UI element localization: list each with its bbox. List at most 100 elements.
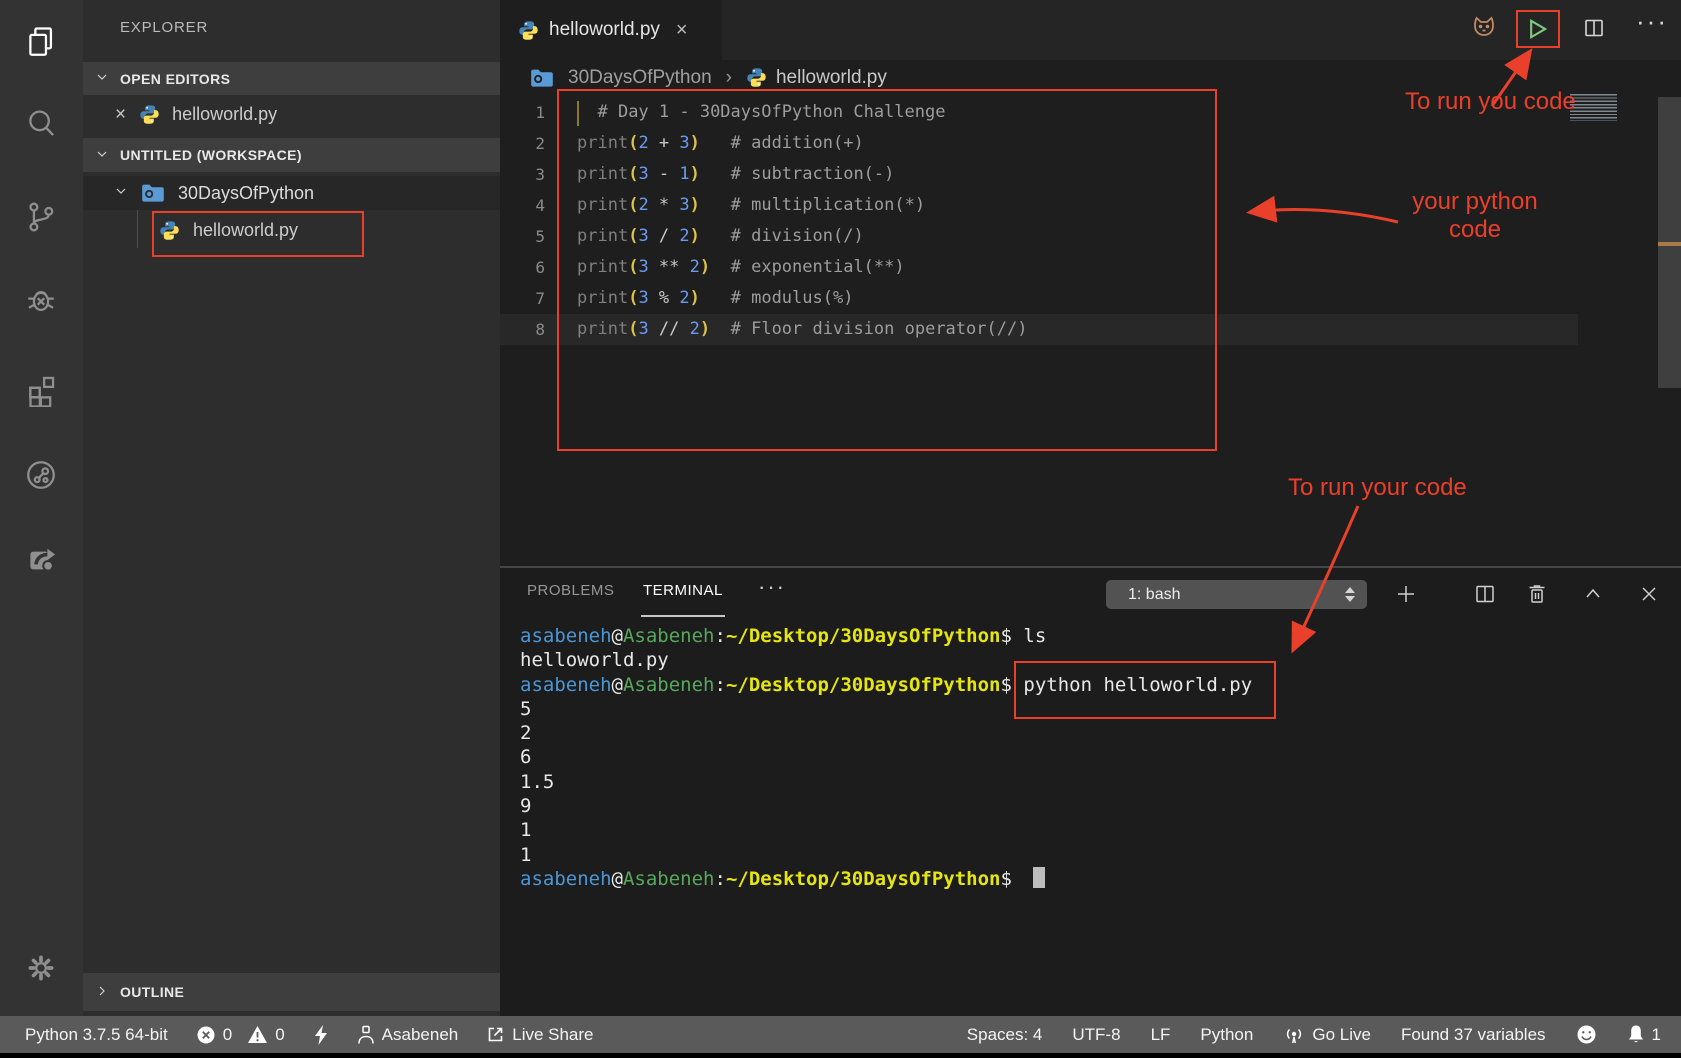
terminal-line[interactable]: 1 [520, 843, 1252, 867]
outline-header[interactable]: OUTLINE [83, 973, 500, 1011]
tab-problems[interactable]: PROBLEMS [527, 582, 614, 599]
terminal-line[interactable]: helloworld.py [520, 648, 1252, 672]
line-number: 2 [500, 128, 545, 159]
terminal-line[interactable]: asabeneh@Asabeneh:~/Desktop/30DaysOfPyth… [520, 867, 1252, 891]
line-number: 7 [500, 283, 545, 314]
terminal-select[interactable]: 1: bash [1106, 580, 1367, 609]
vscode-window: EXPLORER OPEN EDITORS × helloworld.py UN… [0, 0, 1681, 1058]
activity-bar [0, 0, 83, 1016]
person-icon [357, 1025, 375, 1045]
status-eol[interactable]: LF [1151, 1025, 1171, 1045]
line-number: 8 [500, 314, 545, 345]
terminal-line[interactable]: 9 [520, 794, 1252, 818]
status-python-version[interactable]: Python 3.7.5 64-bit [25, 1025, 168, 1045]
new-terminal-icon[interactable] [1394, 582, 1418, 606]
status-user[interactable]: Asabeneh [357, 1025, 459, 1045]
settings-gear-icon[interactable] [24, 951, 58, 985]
status-problems[interactable]: 0 0 [196, 1025, 285, 1045]
workspace-header[interactable]: UNTITLED (WORKSPACE) [83, 138, 500, 172]
status-notifications[interactable]: 1 [1627, 1024, 1661, 1045]
minimap[interactable] [1570, 94, 1617, 121]
breadcrumb-folder[interactable]: 30DaysOfPython [568, 67, 712, 89]
bell-icon [1627, 1024, 1645, 1045]
kill-terminal-icon[interactable] [1525, 582, 1549, 606]
active-tab-underline [641, 615, 725, 617]
code-line[interactable]: 6print(3 ** 2) # exponential(**) [500, 252, 1578, 283]
tab-terminal[interactable]: TERMINAL [643, 582, 723, 599]
file-label: helloworld.py [193, 220, 298, 241]
share-icon[interactable] [24, 541, 58, 575]
close-editor-icon[interactable]: × [115, 104, 126, 126]
run-button[interactable] [1523, 15, 1553, 43]
breadcrumb-file[interactable]: helloworld.py [776, 67, 887, 89]
open-editors-label: OPEN EDITORS [120, 71, 230, 87]
terminal-output[interactable]: asabeneh@Asabeneh:~/Desktop/30DaysOfPyth… [520, 624, 1252, 891]
code-line[interactable]: 8print(3 // 2) # Floor division operator… [500, 314, 1578, 345]
tree-file-helloworld[interactable]: helloworld.py [83, 214, 500, 247]
code-line[interactable]: 3print(3 - 1) # subtraction(-) [500, 159, 1578, 190]
line-number: 5 [500, 221, 545, 252]
line-number: 3 [500, 159, 545, 190]
terminal-line[interactable]: asabeneh@Asabeneh:~/Desktop/30DaysOfPyth… [520, 673, 1252, 697]
explorer-icon[interactable] [24, 25, 58, 59]
code-editor[interactable]: 1 # Day 1 - 30DaysOfPython Challenge2pri… [500, 97, 1578, 345]
explorer-sidebar: EXPLORER OPEN EDITORS × helloworld.py UN… [83, 0, 500, 1016]
terminal-line[interactable]: 1.5 [520, 770, 1252, 794]
more-actions-icon[interactable]: ··· [1636, 6, 1668, 37]
folder-icon [141, 183, 165, 203]
tab-bar: helloworld.py × [500, 0, 1681, 60]
code-line[interactable]: 1 # Day 1 - 30DaysOfPython Challenge [500, 97, 1578, 128]
status-go-live[interactable]: Go Live [1283, 1025, 1371, 1045]
code-line[interactable]: 2print(2 + 3) # addition(+) [500, 128, 1578, 159]
status-live-share[interactable]: Live Share [486, 1025, 593, 1045]
sidebar-title: EXPLORER [120, 19, 208, 36]
status-indentation[interactable]: Spaces: 4 [967, 1025, 1043, 1045]
source-control-icon[interactable] [24, 200, 58, 234]
code-line[interactable]: 5print(3 / 2) # division(/) [500, 221, 1578, 252]
feedback-smiley-icon[interactable] [1576, 1024, 1597, 1045]
status-language[interactable]: Python [1200, 1025, 1253, 1045]
tab-helloworld[interactable]: helloworld.py × [500, 0, 722, 60]
terminal-line[interactable]: 1 [520, 818, 1252, 842]
select-arrows-icon [1345, 587, 1355, 602]
line-number: 4 [500, 190, 545, 221]
code-line[interactable]: 4print(2 * 3) # multiplication(*) [500, 190, 1578, 221]
cat-extension-icon[interactable] [1468, 13, 1500, 41]
terminal-cursor [1033, 867, 1045, 888]
tree-folder-30daysofpython[interactable]: 30DaysOfPython [83, 176, 500, 210]
breadcrumb: 30DaysOfPython › helloworld.py [500, 60, 1681, 95]
folder-label: 30DaysOfPython [178, 183, 314, 204]
split-terminal-icon[interactable] [1473, 582, 1497, 606]
status-encoding[interactable]: UTF-8 [1072, 1025, 1120, 1045]
extensions-icon[interactable] [24, 373, 58, 407]
open-editors-header[interactable]: OPEN EDITORS [83, 62, 500, 95]
open-editor-item-helloworld[interactable]: × helloworld.py [83, 98, 500, 131]
maximize-panel-icon[interactable] [1581, 582, 1605, 606]
code-line[interactable]: 7print(3 % 2) # modulus(%) [500, 283, 1578, 314]
broadcast-icon [1283, 1025, 1305, 1045]
status-power-icon[interactable] [313, 1024, 329, 1046]
terminal-line[interactable]: 2 [520, 721, 1252, 745]
status-bar: Python 3.7.5 64-bit 0 0 Asabeneh Live Sh… [0, 1016, 1681, 1053]
panel-more-icon[interactable]: ··· [758, 574, 786, 600]
status-variables[interactable]: Found 37 variables [1401, 1025, 1546, 1045]
debug-icon[interactable] [24, 283, 58, 317]
split-editor-icon[interactable] [1582, 16, 1606, 40]
live-share-session-icon[interactable] [24, 458, 58, 492]
python-file-icon [159, 220, 180, 241]
search-icon[interactable] [24, 106, 58, 140]
chevron-down-icon [94, 146, 110, 165]
python-file-icon [518, 20, 539, 41]
open-editor-label: helloworld.py [172, 104, 277, 125]
terminal-line[interactable]: asabeneh@Asabeneh:~/Desktop/30DaysOfPyth… [520, 624, 1252, 648]
overview-ruler-mark [1658, 242, 1681, 246]
terminal-line[interactable]: 5 [520, 697, 1252, 721]
close-panel-icon[interactable] [1637, 582, 1661, 606]
tab-close-icon[interactable]: × [676, 19, 688, 42]
chevron-right-icon [94, 983, 110, 1002]
tab-label: helloworld.py [549, 19, 660, 41]
terminal-line[interactable]: 6 [520, 745, 1252, 769]
python-file-icon [746, 67, 767, 88]
text-cursor [577, 101, 579, 126]
python-file-icon [139, 104, 160, 125]
